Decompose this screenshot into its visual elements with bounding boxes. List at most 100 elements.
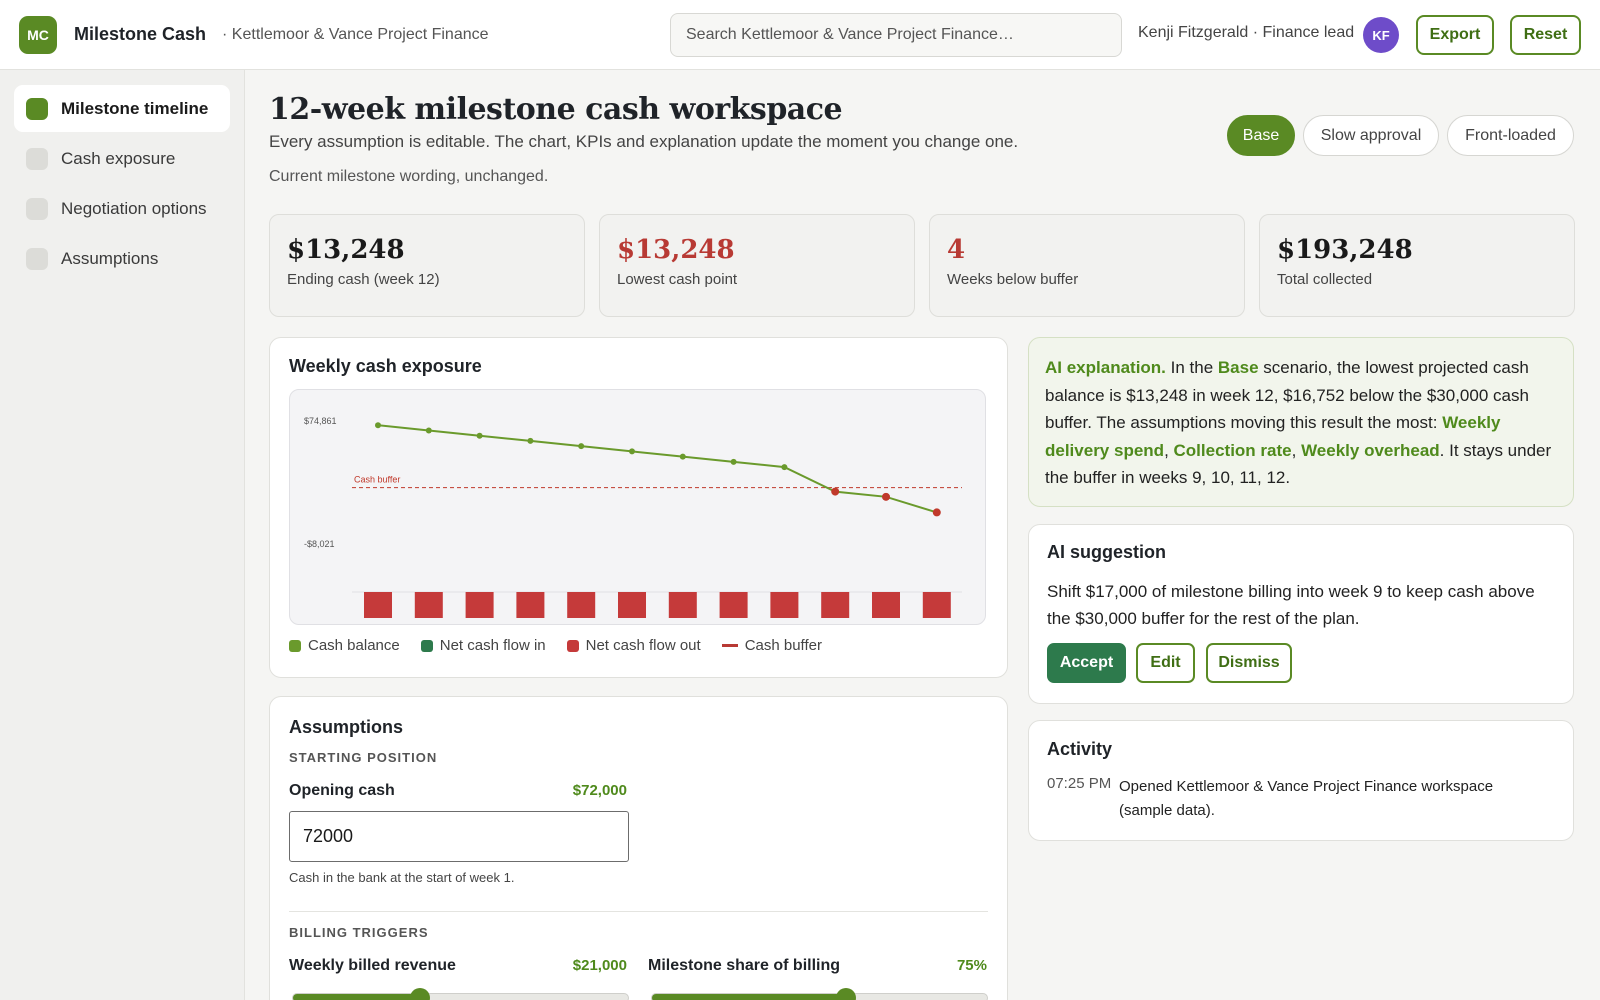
cash-exposure-chart: $74,861 -$8,021 Cash buffer — [304, 416, 962, 618]
balance-point-below-buffer — [831, 487, 840, 496]
slider-fill — [652, 994, 847, 1000]
kpi-value: $13,248 — [617, 235, 735, 265]
milestone-share-label: Milestone share of billing — [648, 957, 841, 974]
opening-cash-label: Opening cash — [289, 782, 395, 799]
sidebar-item-cash-exposure[interactable]: Cash exposure — [14, 135, 230, 182]
net-cash-out-bar — [414, 592, 443, 618]
starting-position-label: STARTING POSITION — [289, 750, 438, 765]
activity-text: Opened Kettlemoor & Vance Project Financ… — [1119, 778, 1494, 819]
org-name: · Kettlemoor & Vance Project Finance — [222, 25, 489, 43]
chart-area: $74,861 -$8,021 Cash buffer — [289, 389, 986, 625]
net-cash-out-bar — [567, 592, 596, 618]
balance-point-below-buffer — [932, 508, 941, 517]
search-input[interactable] — [670, 13, 1122, 57]
weekly-billed-slider[interactable] — [292, 988, 629, 1000]
export-button[interactable]: Export — [1416, 15, 1494, 55]
legend-net-out: Net cash flow out — [566, 637, 701, 654]
reset-button[interactable]: Reset — [1510, 15, 1581, 55]
top-bar: MC Milestone Cash · Kettlemoor & Vance P… — [0, 0, 1600, 70]
cash-balance-line — [377, 424, 938, 514]
ai-explanation: AI explanation. In the Base scenario, th… — [1028, 337, 1574, 507]
sidebar-item-negotiation-options[interactable]: Negotiation options — [14, 185, 230, 232]
net-cash-out-bar — [872, 592, 900, 618]
chart-title: Weekly cash exposure — [289, 356, 482, 376]
legend-swatch — [566, 639, 579, 652]
opening-cash-help: Cash in the bank at the start of week 1. — [289, 870, 515, 885]
avatar[interactable]: KF — [1363, 17, 1399, 53]
kpi-lowest-cash: $13,248 Lowest cash point — [599, 214, 915, 317]
separator: , — [1164, 440, 1174, 460]
kpi-ending-cash: $13,248 Ending cash (week 12) — [269, 214, 585, 317]
net-cash-out-bar — [821, 592, 850, 618]
ai-explanation-text: In the — [1165, 358, 1218, 377]
opening-cash-field[interactable] — [289, 811, 629, 862]
balance-point — [730, 458, 737, 465]
driver-collection-rate[interactable]: Collection rate — [1174, 441, 1292, 460]
milestone-share-display: 75% — [956, 957, 987, 974]
kpi-label: Total collected — [1277, 271, 1373, 288]
net-cash-out-bar — [719, 592, 748, 618]
chart-card: Weekly cash exposure $74,861 -$8,021 Cash … — [269, 337, 1008, 678]
chart-legend: Cash balance Net cash flow in Net cash f… — [289, 637, 843, 654]
scenario-base[interactable]: Base — [1227, 115, 1295, 156]
y-tick-label: -$8,021 — [304, 539, 335, 549]
assumptions-title: Assumptions — [289, 717, 404, 737]
legend-label: Net cash flow out — [585, 637, 701, 654]
kpi-weeks-below-buffer: 4 Weeks below buffer — [929, 214, 1245, 317]
ai-explanation-lead: AI explanation. — [1045, 358, 1166, 377]
separator: , — [1291, 440, 1302, 460]
app-name: Milestone Cash — [74, 24, 207, 44]
nav-square-icon — [26, 147, 48, 170]
edit-button[interactable]: Edit — [1136, 643, 1195, 683]
activity-time: 07:25 PM — [1047, 775, 1112, 792]
kpi-value: $193,248 — [1277, 235, 1413, 265]
cash-buffer-label: Cash buffer — [354, 475, 400, 485]
sidebar-item-label: Assumptions — [61, 248, 159, 268]
kpi-total-collected: $193,248 Total collected — [1259, 214, 1575, 317]
driver-weekly-overhead[interactable]: Weekly overhead — [1301, 441, 1440, 460]
user-name: Kenji Fitzgerald · Finance lead — [1138, 24, 1355, 41]
legend-swatch — [289, 639, 301, 652]
app-logo[interactable]: MC — [19, 15, 57, 54]
balance-point — [629, 448, 635, 455]
legend-label: Cash buffer — [744, 637, 822, 654]
ai-suggestion-text: Shift $17,000 of milestone billing into … — [1047, 582, 1535, 628]
kpi-label: Weeks below buffer — [947, 271, 1079, 288]
sidebar: Milestone timeline Cash exposure Negotia… — [0, 70, 245, 1000]
nav-square-icon — [26, 247, 48, 270]
activity-title: Activity — [1047, 739, 1113, 759]
legend-label: Cash balance — [308, 637, 400, 654]
kpi-value: 4 — [947, 235, 966, 265]
legend-swatch — [420, 639, 433, 652]
accept-button[interactable]: Accept — [1047, 643, 1126, 683]
slider-thumb[interactable] — [836, 988, 857, 1000]
sidebar-item-assumptions[interactable]: Assumptions — [14, 235, 230, 282]
divider — [289, 911, 988, 912]
legend-label: Net cash flow in — [439, 637, 546, 654]
nav-square-icon — [26, 197, 48, 220]
slider-thumb[interactable] — [410, 988, 431, 1000]
sidebar-item-milestone-timeline[interactable]: Milestone timeline — [14, 85, 230, 132]
y-tick-label: $74,861 — [304, 416, 337, 426]
sidebar-item-label: Milestone timeline — [61, 98, 209, 118]
scenario-front-loaded[interactable]: Front-loaded — [1447, 115, 1574, 156]
milestone-share-slider[interactable] — [651, 988, 988, 1000]
kpi-label: Lowest cash point — [617, 271, 738, 288]
scenario-slow-approval[interactable]: Slow approval — [1303, 115, 1439, 156]
balance-point — [527, 437, 534, 444]
kpi-label: Ending cash (week 12) — [287, 271, 440, 288]
kpi-value: $13,248 — [287, 235, 405, 265]
balance-point-below-buffer — [882, 492, 890, 501]
legend-net-in: Net cash flow in — [420, 637, 546, 654]
billing-triggers-label: BILLING TRIGGERS — [289, 925, 429, 940]
legend-cash-buffer: Cash buffer — [721, 637, 822, 654]
balance-point — [781, 464, 788, 471]
net-cash-out-bar — [364, 592, 392, 618]
assumptions-card: Assumptions STARTING POSITION Opening ca… — [269, 696, 1008, 1000]
opening-cash-display: $72,000 — [572, 782, 627, 799]
dismiss-button[interactable]: Dismiss — [1206, 643, 1292, 683]
net-cash-out-bar — [465, 592, 494, 618]
net-cash-out-bar — [516, 592, 545, 618]
legend-cash-balance: Cash balance — [289, 637, 400, 654]
slider-fill — [293, 994, 421, 1000]
